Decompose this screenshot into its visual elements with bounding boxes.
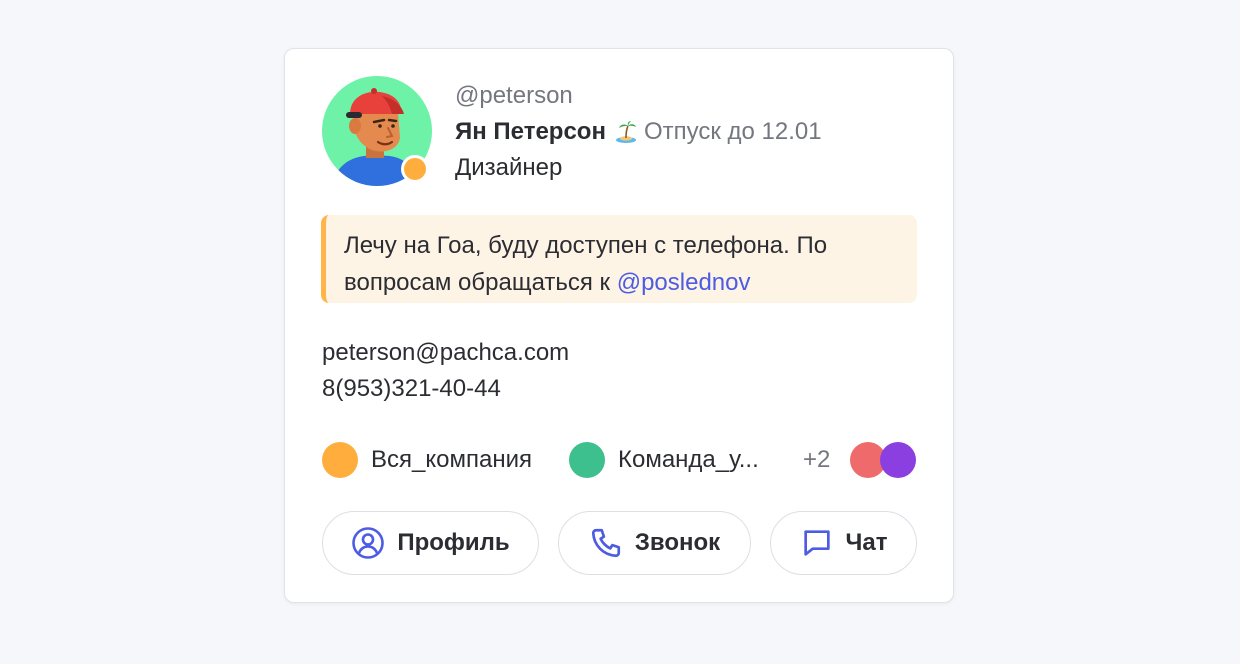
call-button[interactable]: Звонок: [558, 511, 751, 575]
username: @peterson: [455, 82, 573, 109]
chat-button[interactable]: Чат: [770, 511, 917, 575]
user-profile-card: @peterson Ян Петерсон Отпуск до 12.01 Ди…: [284, 48, 954, 603]
group-chip[interactable]: Команда_у...: [569, 441, 759, 479]
full-name: Ян Петерсон: [455, 118, 606, 145]
email[interactable]: peterson@pachca.com: [322, 339, 569, 367]
name-row: Ян Петерсон Отпуск до 12.01: [455, 118, 822, 146]
palm-island-icon: [614, 120, 638, 144]
groups-row: Вся_компания Команда_у... +2: [322, 441, 918, 479]
status-note-text: Лечу на Гоа, буду доступен с телефона. П…: [344, 232, 828, 296]
profile-button-label: Профиль: [397, 529, 510, 556]
status-dot: [401, 155, 429, 183]
user-circle-icon: [352, 527, 385, 559]
job-title: Дизайнер: [455, 154, 563, 181]
group-label: Команда_у...: [618, 446, 759, 473]
more-groups-avatars[interactable]: [850, 442, 918, 478]
group-avatar: [322, 442, 358, 478]
group-label: Вся_компания: [371, 446, 532, 473]
status-note: Лечу на Гоа, буду доступен с телефона. П…: [321, 215, 917, 303]
profile-button[interactable]: Профиль: [322, 511, 539, 575]
group-avatar: [880, 442, 916, 478]
vacation-status: Отпуск до 12.01: [643, 118, 822, 145]
chat-button-label: Чат: [845, 529, 888, 556]
phone[interactable]: 8(953)321-40-44: [322, 375, 501, 403]
phone-icon: [591, 528, 620, 558]
mention-link[interactable]: @poslednov: [617, 269, 751, 296]
call-button-label: Звонок: [634, 529, 721, 556]
group-chip[interactable]: Вся_компания: [322, 441, 532, 479]
avatar[interactable]: [322, 76, 432, 186]
chat-bubble-icon: [803, 530, 830, 556]
group-avatar: [569, 442, 605, 478]
more-groups-count[interactable]: +2: [803, 441, 830, 479]
